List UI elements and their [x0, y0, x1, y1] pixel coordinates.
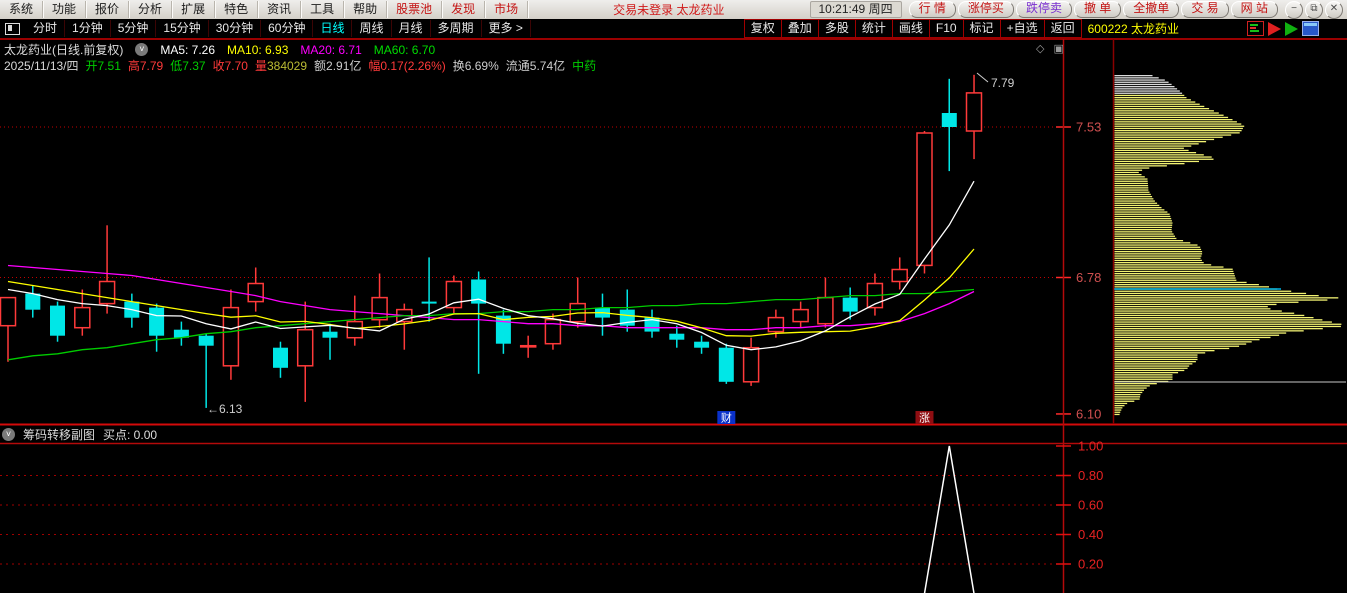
svg-text:←6.13: ←6.13 — [207, 402, 243, 416]
sub-indicator-value: 买点: 0.00 — [103, 428, 158, 442]
ma-label: MA20: 6.71 — [300, 42, 362, 57]
quote-field: 流通5.74亿 — [505, 59, 566, 73]
svg-text:7.53: 7.53 — [1076, 120, 1101, 135]
svg-text:涨: 涨 — [919, 412, 930, 425]
quote-field: 幅0.17(2.26%) — [368, 59, 446, 73]
sub-indicator-pane: 1.00 0.80 0.60 0.40 0.20 — [0, 439, 1103, 593]
svg-text:0.40: 0.40 — [1078, 527, 1103, 542]
svg-text:6.78: 6.78 — [1076, 270, 1101, 285]
buy-signal-spike — [923, 445, 975, 593]
svg-text:0.80: 0.80 — [1078, 468, 1103, 483]
quote-field: 低7.37 — [170, 59, 206, 73]
ma-label: MA5: 7.26 — [160, 42, 216, 57]
chevron-down-icon[interactable]: ˅ — [2, 428, 15, 441]
sub-indicator-title: 筹码转移副图 — [23, 428, 96, 442]
sub-indicator-header: ˅ 筹码转移副图 买点: 0.00 — [2, 427, 157, 442]
signal-markers: 财涨 — [717, 411, 934, 425]
quote-field: 量384029 — [254, 59, 308, 73]
ma-label: MA60: 6.70 — [373, 42, 436, 57]
price-annotations: ←6.13 7.79 — [207, 72, 1015, 416]
tdx-app-window: 7.53 6.78 6.10 财涨 ←6.13 7.79 1.00 0.80 0.60 0.40 0… — [0, 0, 1347, 593]
quote-field: 收7.70 — [212, 59, 248, 73]
chart-header-row: 太龙药业(日线.前复权) ˅ MA5: 7.26 MA10: 6.93 MA20: … — [4, 41, 435, 58]
svg-text:0.20: 0.20 — [1078, 557, 1103, 572]
volume-profile — [1114, 75, 1346, 416]
quote-field: 开7.51 — [85, 59, 121, 73]
chevron-down-icon[interactable]: ˅ — [135, 43, 149, 56]
quote-field: 额2.91亿 — [314, 59, 362, 73]
price-gridlines: 7.53 6.78 6.10 — [0, 120, 1101, 421]
quote-info-row: 2025/11/13/四 开7.51 高7.79 低7.37 收7.70 量384029 额… — [4, 57, 596, 74]
svg-text:0.60: 0.60 — [1078, 498, 1103, 513]
quote-field: 中药 — [572, 59, 597, 73]
ma-label: MA10: 6.93 — [227, 42, 289, 57]
svg-text:7.79: 7.79 — [991, 76, 1015, 90]
chart-corner-icons[interactable]: ◇ ▣ — [1036, 42, 1067, 55]
quote-field: 换6.69% — [452, 59, 499, 73]
svg-text:1.00: 1.00 — [1078, 439, 1103, 454]
chart-title: 太龙药业(日线.前复权) — [4, 43, 124, 57]
quote-field: 2025/11/13/四 — [4, 59, 79, 73]
svg-text:财: 财 — [721, 411, 732, 425]
quote-field: 高7.79 — [127, 59, 164, 73]
candlesticks — [0, 74, 983, 408]
svg-text:6.10: 6.10 — [1076, 406, 1101, 421]
ma-legend: MA5: 7.26 MA10: 6.93 MA20: 6.71 MA60: 6.70 — [160, 43, 435, 57]
chart-canvas[interactable]: 7.536.786.10财 涨←6.137.791.000.800.600.400… — [0, 0, 1347, 593]
